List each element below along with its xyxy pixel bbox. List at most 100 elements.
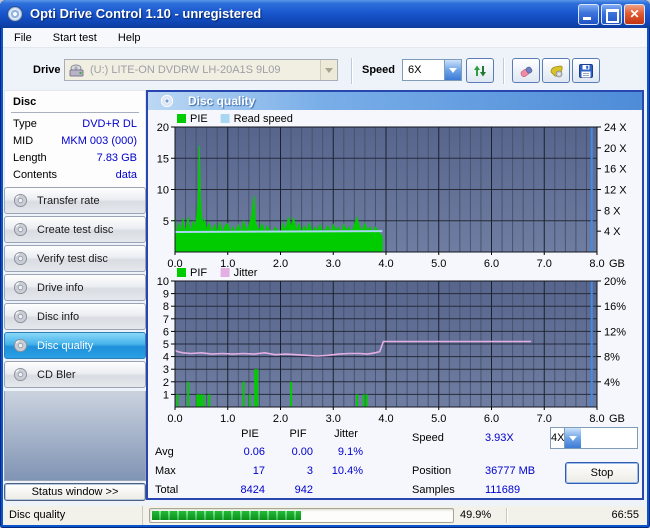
pif-jitter-chart: 12345678910 4% 8% 12% 16% 20% 0.0 1.0 2.0 3.0 4.0 5… — [157, 267, 626, 423]
minimize-button[interactable] — [578, 4, 599, 25]
sidebar-button-disc-quality[interactable]: Disc quality — [4, 332, 146, 359]
menu-file[interactable]: File — [5, 28, 41, 48]
svg-text:4: 4 — [163, 352, 169, 364]
svg-text:Jitter: Jitter — [234, 267, 258, 279]
samples-value: 111689 — [485, 484, 521, 496]
svg-text:20: 20 — [157, 122, 169, 134]
svg-text:6.0: 6.0 — [484, 258, 499, 267]
optical-drive-icon — [69, 64, 84, 77]
disc-row-mid: MID MKM 003 (000) — [13, 135, 137, 147]
menubar: File Start test Help — [3, 28, 647, 48]
sidebar-button-label: Transfer rate — [37, 194, 100, 207]
svg-text:8.0: 8.0 — [589, 413, 604, 423]
toolbar-separator — [503, 58, 505, 84]
svg-text:2.0: 2.0 — [273, 258, 288, 267]
drive-select-arrow-icon — [320, 60, 337, 80]
menu-help[interactable]: Help — [109, 28, 150, 48]
svg-text:12%: 12% — [604, 326, 626, 338]
position-label: Position — [412, 465, 452, 477]
sidebar-button-disc-info[interactable]: Disc info — [4, 303, 146, 330]
cd-disc-icon — [13, 193, 28, 208]
floppy-save-icon — [579, 63, 593, 78]
rescan-speed-select[interactable]: 4X — [550, 427, 638, 449]
panel-title: Disc quality — [188, 94, 256, 108]
sidebar-button-verify-test-disc[interactable]: Verify test disc — [4, 245, 146, 272]
speed-select-value: 6X — [408, 64, 422, 76]
panel-header: Disc quality — [148, 92, 642, 110]
cd-disc-icon — [13, 251, 28, 266]
tools-button[interactable] — [542, 58, 570, 83]
svg-text:16%: 16% — [604, 301, 626, 313]
svg-text:8%: 8% — [604, 352, 620, 364]
svg-text:5: 5 — [163, 216, 169, 228]
svg-text:1: 1 — [163, 389, 169, 401]
svg-text:15: 15 — [157, 153, 169, 165]
statusbar-separator — [506, 508, 508, 523]
cd-disc-icon — [13, 367, 28, 382]
sidebar-button-create-test-disc[interactable]: Create test disc — [4, 216, 146, 243]
sidebar: Disc Type DVD+R DL MID MKM 003 (000) Len… — [4, 90, 146, 502]
samples-label: Samples — [412, 484, 455, 496]
speed-stat-label: Speed — [412, 432, 444, 444]
app-window: Opti Drive Control 1.10 - unregistered F… — [0, 0, 650, 528]
cd-disc-icon — [13, 222, 28, 237]
elapsed-time: 66:55 — [611, 509, 639, 521]
svg-text:GB: GB — [609, 413, 625, 423]
svg-text:3.0: 3.0 — [326, 413, 341, 423]
statusbar-mode: Disc quality — [3, 506, 143, 525]
save-button[interactable] — [572, 58, 600, 83]
svg-text:GB: GB — [609, 258, 625, 267]
svg-text:8.0: 8.0 — [589, 258, 604, 267]
position-value: 36777 MB — [485, 465, 536, 477]
svg-text:12 X: 12 X — [604, 185, 627, 197]
erase-button[interactable] — [512, 58, 540, 83]
disc-info-panel: Disc Type DVD+R DL MID MKM 003 (000) Len… — [4, 90, 146, 191]
stop-button[interactable]: Stop — [565, 462, 639, 484]
titlebar[interactable]: Opti Drive Control 1.10 - unregistered — [0, 0, 650, 28]
sidebar-button-label: Verify test disc — [37, 252, 108, 265]
app-cd-icon — [7, 6, 23, 22]
disc-row-length: Length 7.83 GB — [13, 152, 137, 164]
status-window-button[interactable]: Status window >> — [4, 483, 146, 501]
svg-text:8 X: 8 X — [604, 205, 621, 217]
svg-text:0.0: 0.0 — [167, 413, 182, 423]
svg-text:1.0: 1.0 — [220, 258, 235, 267]
row-label-total: Total — [155, 484, 179, 496]
tools-icon — [550, 65, 563, 77]
svg-text:5: 5 — [163, 339, 169, 351]
svg-text:6.0: 6.0 — [484, 413, 499, 423]
row-label-avg: Avg — [155, 446, 174, 458]
svg-text:0.0: 0.0 — [167, 258, 182, 267]
maximize-button[interactable] — [601, 4, 622, 25]
svg-text:1.0: 1.0 — [220, 413, 235, 423]
svg-text:PIE: PIE — [190, 113, 208, 125]
refresh-button[interactable] — [466, 58, 494, 83]
rescan-speed-value: 4X — [551, 432, 565, 444]
cd-disc-icon — [160, 94, 174, 108]
svg-text:7.0: 7.0 — [537, 258, 552, 267]
close-button[interactable] — [624, 4, 645, 25]
svg-text:5.0: 5.0 — [431, 258, 446, 267]
eraser-icon — [520, 66, 533, 77]
drive-select: (U:) LITE-ON DVDRW LH-20A1S 9L09 — [64, 59, 338, 81]
svg-text:24 X: 24 X — [604, 122, 627, 134]
svg-text:2: 2 — [163, 377, 169, 389]
progress-fill — [152, 511, 302, 520]
sidebar-button-label: Disc quality — [37, 339, 94, 352]
disc-quality-panel: Disc quality 5 10 15 20 4 X8 X 12 X 16 X 20 X 24… — [146, 90, 644, 500]
sidebar-button-transfer-rate[interactable]: Transfer rate — [4, 187, 146, 214]
max-jitter: 10.4% — [331, 465, 363, 477]
svg-text:5.0: 5.0 — [431, 413, 446, 423]
svg-text:2.0: 2.0 — [273, 413, 288, 423]
speed-select[interactable]: 6X — [402, 59, 462, 81]
sidebar-button-label: Disc info — [37, 310, 80, 323]
drive-label: Drive — [33, 64, 61, 76]
svg-text:Read speed: Read speed — [234, 113, 293, 125]
sidebar-button-drive-info[interactable]: Drive info — [4, 274, 146, 301]
menu-start-test[interactable]: Start test — [44, 28, 106, 48]
refresh-arrows-icon — [474, 65, 486, 76]
svg-text:10: 10 — [157, 276, 169, 288]
sidebar-button-label: CD Bler — [37, 368, 76, 381]
sidebar-button-cd-bler[interactable]: CD Bler — [4, 361, 146, 388]
svg-text:3: 3 — [163, 364, 169, 376]
